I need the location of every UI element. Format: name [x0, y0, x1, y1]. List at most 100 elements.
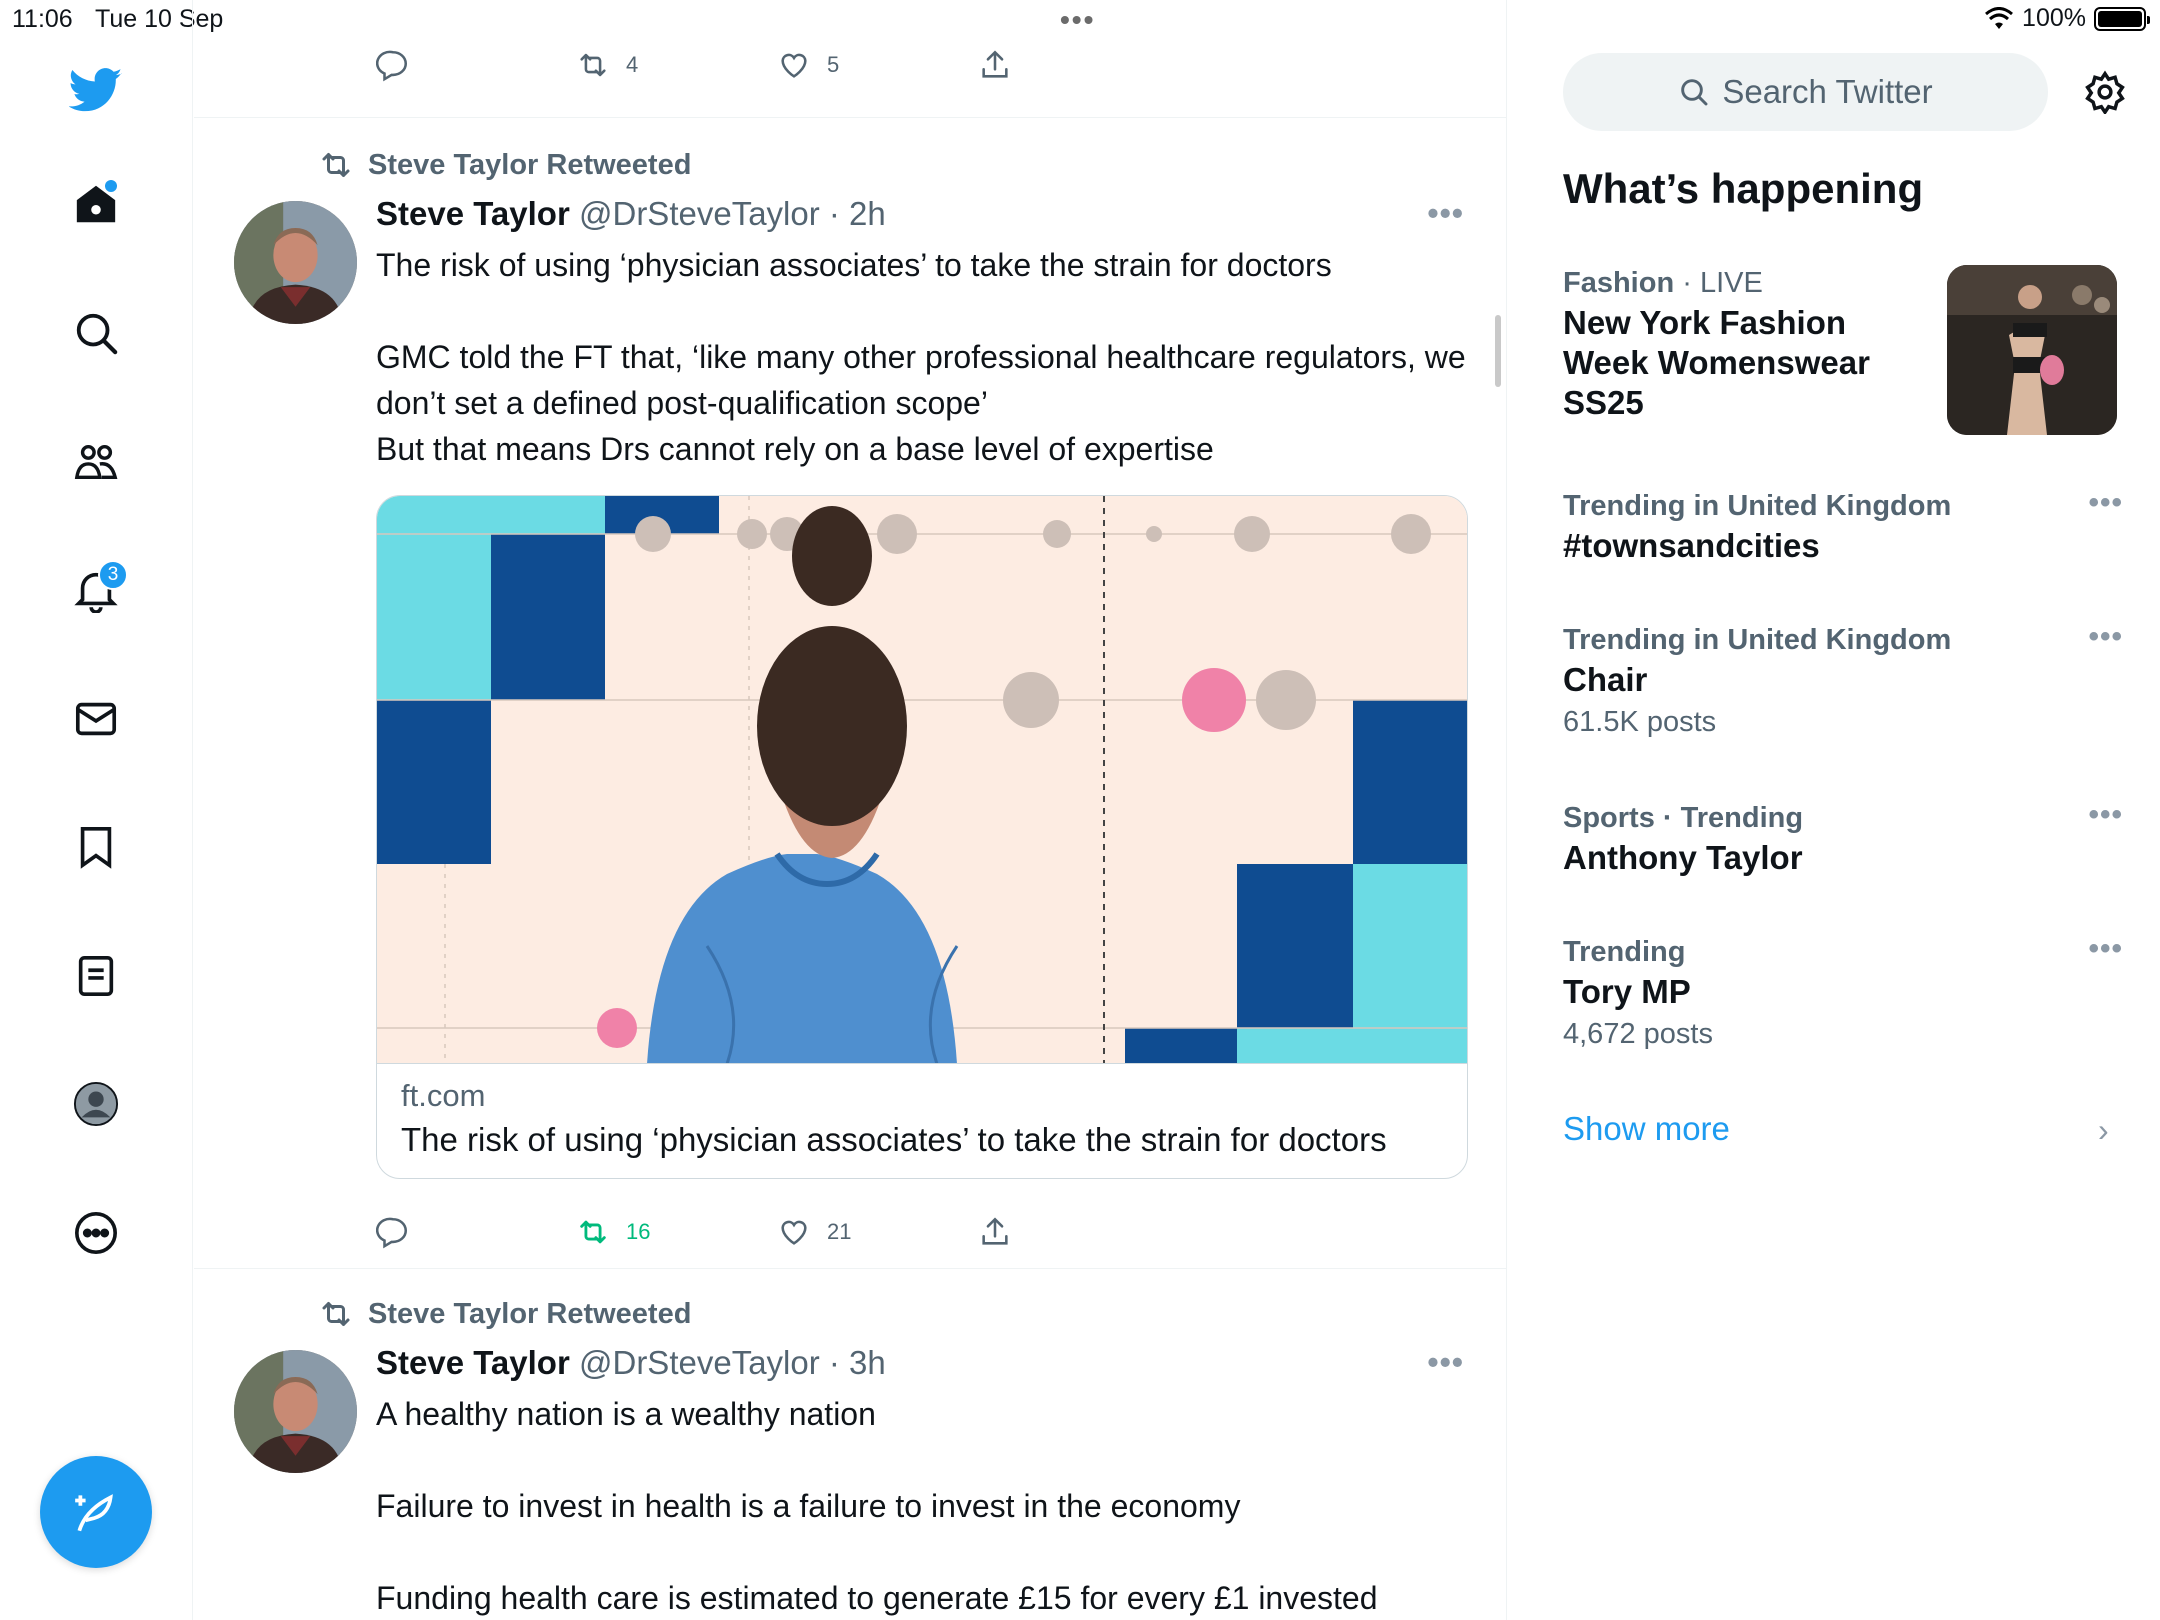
trend-count: 61.5K posts: [1563, 706, 1717, 738]
scroll-indicator[interactable]: [1495, 315, 1501, 387]
reply-icon: [376, 1217, 408, 1249]
timeline[interactable]: 4 5 Steve Taylor Retweeted Steve Taylor …: [194, 0, 1507, 1620]
reply-button[interactable]: [376, 1215, 410, 1249]
retweeted-by[interactable]: Steve Taylor Retweeted: [318, 147, 691, 183]
tweet-header: Steve Taylor @DrSteveTaylor · 2h: [376, 195, 886, 233]
trend-item[interactable]: Trending in United Kingdom #townsandciti…: [1563, 486, 2123, 566]
explore-search-icon[interactable]: [56, 293, 136, 373]
retweet-small-icon: [322, 1302, 350, 1326]
card-meta: ft.com The risk of using ‘physician asso…: [401, 1074, 1387, 1162]
compose-tweet-button[interactable]: [40, 1456, 152, 1568]
like-button[interactable]: 5: [777, 48, 839, 82]
avatar[interactable]: [234, 1350, 357, 1473]
left-nav: 3: [0, 0, 193, 1620]
previous-tweet-actions: 4 5: [194, 40, 1506, 118]
author-handle[interactable]: @DrSteveTaylor: [579, 195, 820, 232]
card-illustration: [377, 496, 1467, 1063]
share-icon: [982, 1217, 1008, 1245]
notifications-bell-icon[interactable]: 3: [56, 550, 136, 630]
trend-more-icon[interactable]: •••: [2088, 932, 2123, 966]
tweet-time[interactable]: · 2h: [829, 195, 886, 232]
card-image: [377, 496, 1467, 1064]
twitter-logo-icon[interactable]: [56, 50, 136, 130]
trend-count: 4,672 posts: [1563, 1018, 1713, 1050]
trend-name: Chair: [1563, 661, 1648, 698]
trend-name: Anthony Taylor: [1563, 839, 1803, 876]
avatar[interactable]: [234, 201, 357, 324]
trend-more-icon[interactable]: •••: [2088, 486, 2123, 520]
author-name[interactable]: Steve Taylor: [376, 1344, 570, 1381]
profile-avatar-icon[interactable]: [56, 1064, 136, 1144]
trend-thumbnail[interactable]: [1947, 265, 2117, 435]
retweet-icon: [580, 1220, 606, 1244]
share-button[interactable]: [978, 1215, 1012, 1249]
tweet-line: GMC told the FT that, ‘like many other p…: [376, 339, 1466, 421]
link-card[interactable]: ft.com The risk of using ‘physician asso…: [376, 495, 1468, 1179]
bookmarks-icon[interactable]: [56, 807, 136, 887]
trend-name: New York Fashion Week Womenswear SS25: [1563, 304, 1870, 421]
settings-gear-icon[interactable]: [2078, 65, 2132, 119]
trend-name: Tory MP: [1563, 973, 1691, 1010]
tweet-more-icon[interactable]: •••: [1427, 195, 1464, 232]
lists-icon[interactable]: [56, 936, 136, 1016]
trend-category: Trending: [1563, 936, 1686, 968]
card-title: The risk of using ‘physician associates’…: [401, 1121, 1387, 1158]
tweet-line: A healthy nation is a wealthy nation: [376, 1396, 876, 1432]
show-more-link[interactable]: Show more: [1563, 1110, 1730, 1148]
right-sidebar: Search Twitter What’s happening Fashion …: [1508, 0, 2160, 1620]
home-unread-dot: [105, 180, 117, 192]
retweet-button[interactable]: 4: [576, 48, 638, 82]
trend-name: #townsandcities: [1563, 527, 1820, 564]
tweet-time[interactable]: · 3h: [829, 1344, 886, 1381]
trend-item[interactable]: Sports · Trending Anthony Taylor •••: [1563, 798, 2123, 878]
home-icon[interactable]: [56, 164, 136, 244]
trend-category: Trending in United Kingdom: [1563, 624, 1952, 656]
tweet-text: A healthy nation is a wealthy nation Fai…: [376, 1391, 1476, 1620]
trend-item[interactable]: Trending in United Kingdom Chair 61.5K p…: [1563, 620, 2123, 744]
reply-icon: [376, 50, 408, 82]
trend-category: Fashion: [1563, 267, 1675, 299]
compose-feather-icon: [75, 1494, 113, 1532]
notification-count-badge: 3: [98, 560, 128, 590]
trend-category: Sports · Trending: [1563, 802, 1804, 834]
retweeted-by[interactable]: Steve Taylor Retweeted: [318, 1296, 691, 1332]
like-count: 5: [827, 52, 840, 77]
messages-envelope-icon[interactable]: [56, 679, 136, 759]
fashion-runway-image: [1947, 265, 2117, 435]
communities-icon[interactable]: [56, 422, 136, 502]
card-domain: ft.com: [401, 1078, 486, 1113]
search-placeholder: Search Twitter: [1722, 73, 1933, 110]
trend-category: Trending in United Kingdom: [1563, 490, 1952, 522]
whats-happening-title: What’s happening: [1563, 165, 1924, 212]
share-button[interactable]: [978, 48, 1012, 82]
retweet-count: 16: [626, 1219, 651, 1244]
trend-item[interactable]: Trending Tory MP 4,672 posts •••: [1563, 932, 2123, 1056]
tweet-line: But that means Drs cannot rely on a base…: [376, 431, 1214, 467]
more-options-icon[interactable]: [56, 1193, 136, 1273]
retweet-button[interactable]: 16: [576, 1215, 650, 1249]
trend-live: · LIVE: [1682, 267, 1763, 299]
trend-more-icon[interactable]: •••: [2088, 798, 2123, 832]
chevron-right-icon[interactable]: ›: [2098, 1112, 2109, 1149]
tweet[interactable]: Steve Taylor Retweeted Steve Taylor @DrS…: [194, 119, 1506, 1269]
tweet-more-icon[interactable]: •••: [1427, 1344, 1464, 1381]
author-handle[interactable]: @DrSteveTaylor: [579, 1344, 820, 1381]
tweet[interactable]: Steve Taylor Retweeted Steve Taylor @DrS…: [194, 1269, 1506, 1620]
search-input[interactable]: Search Twitter: [1563, 53, 2048, 131]
tweet-line: The risk of using ‘physician associates’…: [376, 247, 1332, 283]
search-icon: [1681, 79, 1708, 106]
retweeted-by-label: Steve Taylor Retweeted: [368, 1297, 692, 1330]
retweet-small-icon: [322, 153, 350, 177]
tweet-header: Steve Taylor @DrSteveTaylor · 3h: [376, 1344, 886, 1382]
trend-item[interactable]: Fashion · LIVE New York Fashion Week Wom…: [1563, 263, 1923, 423]
tweet-text: The risk of using ‘physician associates’…: [376, 242, 1476, 472]
share-icon: [982, 50, 1008, 78]
like-button[interactable]: 21: [777, 1215, 851, 1249]
reply-button[interactable]: [376, 48, 410, 82]
trend-more-icon[interactable]: •••: [2088, 620, 2123, 654]
retweeted-by-label: Steve Taylor Retweeted: [368, 148, 692, 181]
author-name[interactable]: Steve Taylor: [376, 195, 570, 232]
heart-icon: [781, 1220, 807, 1245]
heart-icon: [781, 53, 807, 78]
tweet-line: Failure to invest in health is a failure…: [376, 1488, 1241, 1524]
